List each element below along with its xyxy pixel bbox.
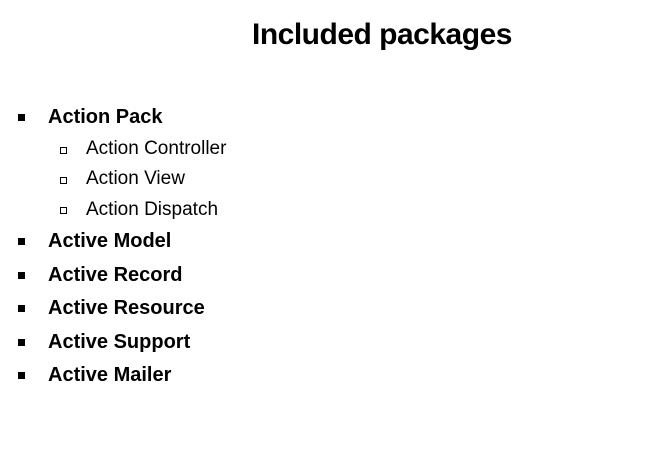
square-bullet-icon — [18, 339, 25, 346]
sub-item-action-dispatch: Action Dispatch — [86, 199, 219, 220]
sub-item-action-controller: Action Controller — [86, 138, 227, 159]
list-item-action-pack: Action Pack — [48, 106, 163, 128]
square-bullet-icon — [18, 238, 25, 245]
square-bullet-icon — [18, 114, 25, 121]
hollow-square-bullet-icon — [60, 207, 67, 214]
hollow-square-bullet-icon — [60, 147, 67, 154]
square-bullet-icon — [18, 305, 25, 312]
list-item-active-record: Active Record — [48, 264, 183, 286]
sub-item-action-view: Action View — [86, 168, 185, 189]
hollow-square-bullet-icon — [60, 177, 67, 184]
list-item-active-resource: Active Resource — [48, 297, 205, 319]
list-item-active-mailer: Active Mailer — [48, 364, 172, 386]
square-bullet-icon — [18, 272, 25, 279]
slide-title: Included packages — [252, 18, 512, 51]
square-bullet-icon — [18, 372, 25, 379]
list-item-active-model: Active Model — [48, 230, 172, 252]
list-item-active-support: Active Support — [48, 331, 191, 353]
